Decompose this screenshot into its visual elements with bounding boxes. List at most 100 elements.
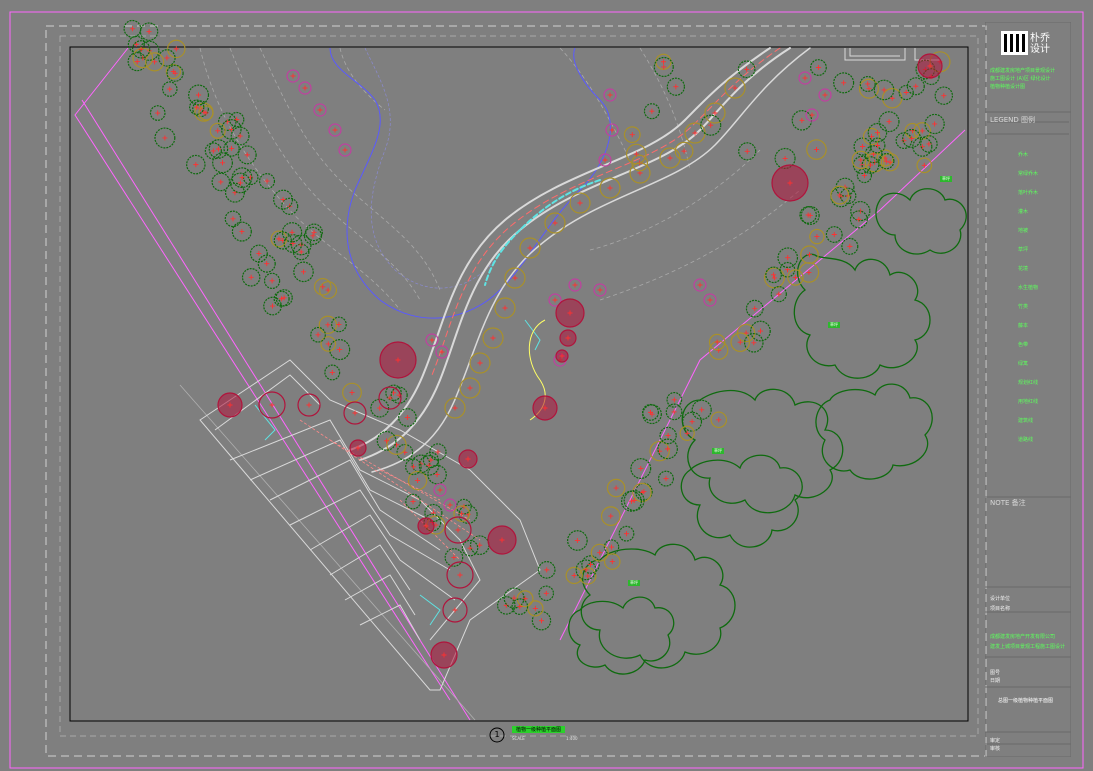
tree-symbol <box>830 185 850 205</box>
cad-drawing-sheet: 草坪 草坪 草坪 草坪 1 植物一级种植平面图 SCALE 1:400 朴乔 设… <box>0 0 1093 771</box>
legend-heading: LEGEND 图例 <box>990 116 1036 124</box>
tree-symbol <box>343 401 367 425</box>
tree-symbol <box>779 261 796 278</box>
tree-symbol <box>145 52 165 72</box>
tree-symbol <box>537 561 556 579</box>
info-line: 图号 <box>990 670 1001 676</box>
planting-plan-drawing <box>9 11 1084 769</box>
tree-symbol <box>833 72 855 94</box>
tree-symbol <box>606 478 626 498</box>
note-heading: NOTE 备注 <box>990 499 1026 507</box>
tree-symbol <box>313 103 327 117</box>
tree-symbol <box>482 327 504 349</box>
tree-symbol <box>149 105 166 121</box>
tree-symbol <box>649 440 670 462</box>
tree-symbol <box>379 341 417 379</box>
tree-symbol <box>599 177 621 199</box>
tree-symbol <box>679 425 695 441</box>
tree-symbol <box>623 126 641 144</box>
tree-symbol <box>798 262 820 283</box>
legend-item: 花境 <box>1018 266 1029 272</box>
lawn-label: 草坪 <box>940 176 952 182</box>
tree-symbol <box>569 192 591 214</box>
legend-item: 用地红线 <box>1018 399 1039 405</box>
tree-symbol <box>764 267 785 289</box>
tree-symbol <box>724 77 746 99</box>
legend-item: 灌木 <box>1018 209 1029 215</box>
tree-symbol <box>825 226 843 243</box>
tree-symbol <box>924 113 945 135</box>
tree-symbol <box>916 157 933 174</box>
tree-symbol <box>154 127 176 149</box>
tree-symbol <box>532 395 558 421</box>
tree-symbol <box>538 585 555 602</box>
tree-symbol <box>297 393 321 417</box>
tree-symbol <box>429 443 447 461</box>
tree-symbol <box>161 81 178 97</box>
info-line: 日期 <box>990 678 1001 684</box>
info-line: 项目名称 <box>990 606 1011 612</box>
tree-symbol <box>867 122 888 143</box>
project-line: 植物种植设计图 <box>990 84 1026 90</box>
lawn-label: 草坪 <box>828 322 840 328</box>
tree-symbol <box>469 535 490 556</box>
legend-item: 绿篱 <box>1018 361 1029 367</box>
tree-symbol <box>331 316 347 333</box>
building-footprint <box>199 359 541 691</box>
tree-symbol <box>657 470 674 487</box>
scale-label: SCALE <box>512 736 525 741</box>
tree-symbol <box>313 278 332 296</box>
company-name: 朴乔 设计 <box>1030 33 1058 55</box>
tree-symbol <box>270 230 288 248</box>
tree-symbol <box>469 352 491 374</box>
tree-symbol <box>224 210 242 228</box>
tree-symbol <box>217 392 243 418</box>
company-name-line2: 设计 <box>1030 44 1050 55</box>
tree-symbol <box>920 135 938 153</box>
legend-item: 竹类 <box>1018 304 1029 310</box>
tree-symbol <box>435 345 449 359</box>
tree-symbol <box>605 123 619 137</box>
tree-symbol <box>770 286 787 303</box>
tree-symbol <box>459 377 481 399</box>
tree-symbol <box>407 470 428 491</box>
tree-symbol <box>873 79 895 101</box>
tree-symbol <box>798 71 812 85</box>
tree-symbol <box>555 298 585 328</box>
tree-symbol <box>273 189 294 210</box>
lawn-areas <box>568 188 967 675</box>
scale-value: 1:400 <box>566 736 578 741</box>
tree-symbol <box>458 449 478 469</box>
tree-symbol <box>750 320 771 342</box>
tree-symbol <box>310 326 326 343</box>
info-line: 审核 <box>990 746 1001 752</box>
tree-symbol <box>398 408 417 427</box>
legend-item: 规划红线 <box>1018 380 1039 386</box>
tree-symbol <box>531 611 552 631</box>
legend-item: 道路线 <box>1018 437 1034 443</box>
legend-item: 地被 <box>1018 228 1029 234</box>
view-number: 1 <box>494 730 500 739</box>
tree-symbol <box>328 123 342 137</box>
tree-symbol <box>487 525 517 555</box>
drawing-title: 总图一级植物种植平面图 <box>998 698 1054 704</box>
tree-symbol <box>738 142 757 161</box>
tree-symbol <box>878 111 900 133</box>
project-line: 施工图设计 (A)区 绿化设计 <box>990 76 1051 82</box>
tree-symbol <box>568 278 582 292</box>
tree-symbol <box>158 49 176 67</box>
tree-symbol <box>342 382 362 403</box>
tree-symbol <box>396 443 414 461</box>
tree-symbol <box>693 278 707 292</box>
tree-symbol <box>665 403 683 421</box>
tree-symbol <box>293 261 314 283</box>
info-line: 审定 <box>990 738 1001 744</box>
tree-symbol <box>666 391 683 408</box>
tree-symbol <box>186 154 206 175</box>
main-road <box>349 47 811 473</box>
tree-symbol <box>338 143 352 157</box>
tree-symbol <box>603 553 621 570</box>
tree-symbol <box>805 108 819 122</box>
tree-symbol <box>600 506 621 526</box>
tree-symbol <box>319 281 338 300</box>
